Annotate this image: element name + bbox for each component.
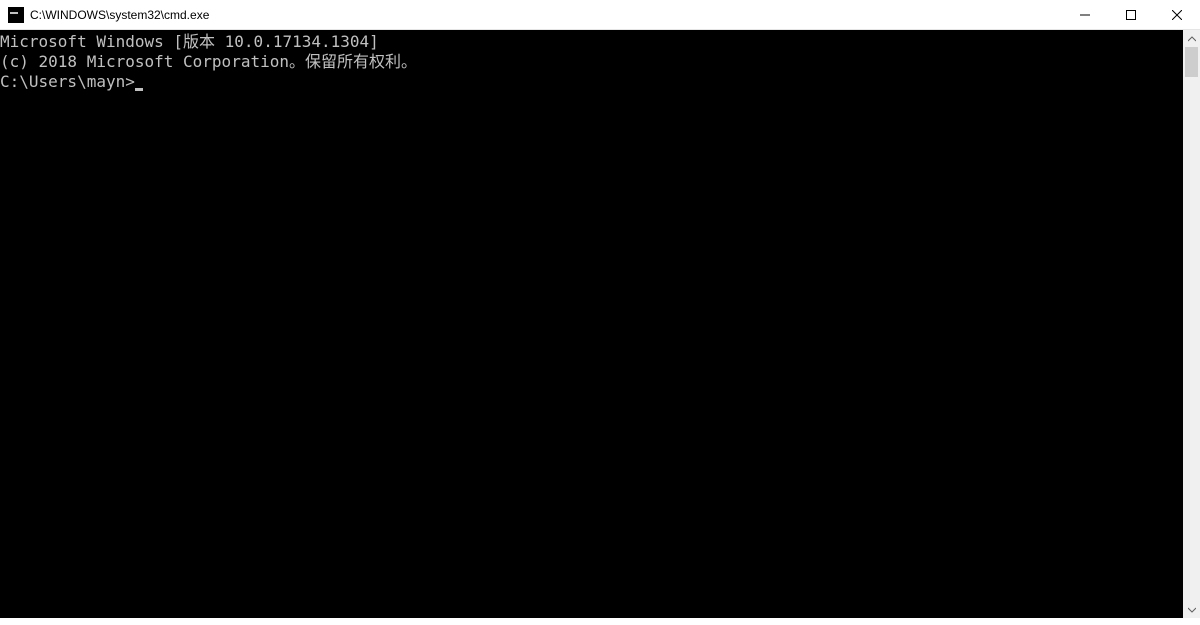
terminal-line: Microsoft Windows [版本 10.0.17134.1304] [0, 32, 1183, 52]
close-button[interactable] [1154, 0, 1200, 29]
titlebar[interactable]: C:\WINDOWS\system32\cmd.exe [0, 0, 1200, 30]
chevron-down-icon [1188, 606, 1196, 614]
scroll-up-button[interactable] [1183, 30, 1200, 47]
terminal-wrap: Microsoft Windows [版本 10.0.17134.1304](c… [0, 30, 1200, 618]
minimize-icon [1080, 10, 1090, 20]
terminal-line: (c) 2018 Microsoft Corporation。保留所有权利。 [0, 52, 1183, 72]
scrollbar[interactable] [1183, 30, 1200, 618]
terminal-prompt: C:\Users\mayn> [0, 72, 135, 91]
minimize-button[interactable] [1062, 0, 1108, 29]
terminal-cursor [135, 88, 143, 91]
terminal-prompt-line: C:\Users\mayn> [0, 72, 1183, 92]
window-controls [1062, 0, 1200, 29]
bottom-border [0, 618, 1200, 625]
scroll-thumb[interactable] [1185, 47, 1198, 77]
cmd-icon [8, 7, 24, 23]
terminal[interactable]: Microsoft Windows [版本 10.0.17134.1304](c… [0, 30, 1183, 618]
scroll-down-button[interactable] [1183, 601, 1200, 618]
scroll-track[interactable] [1183, 47, 1200, 601]
chevron-up-icon [1188, 35, 1196, 43]
window-title: C:\WINDOWS\system32\cmd.exe [30, 8, 1062, 22]
close-icon [1172, 10, 1182, 20]
maximize-button[interactable] [1108, 0, 1154, 29]
maximize-icon [1126, 10, 1136, 20]
